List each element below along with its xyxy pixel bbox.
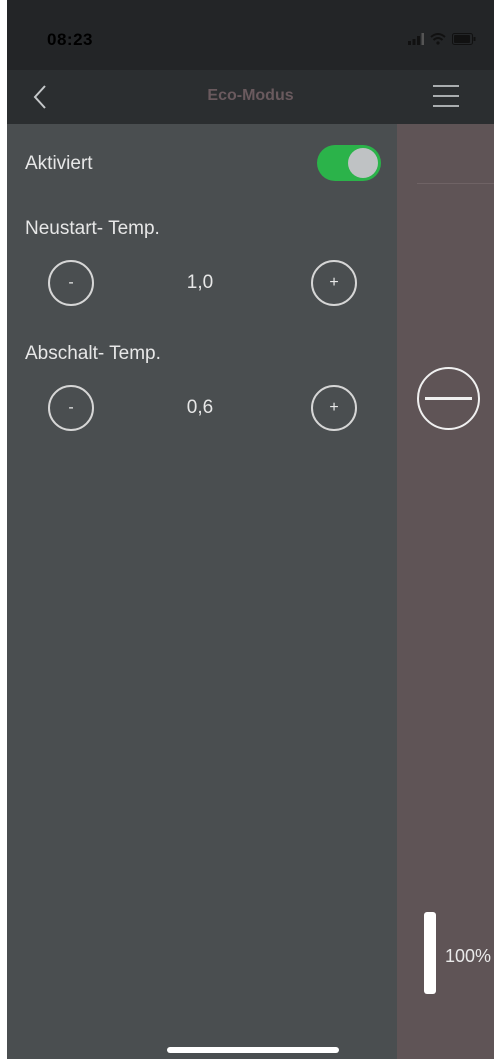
toggle-knob [348, 148, 378, 178]
shutoff-minus-button[interactable]: - [48, 385, 94, 431]
restart-minus-button[interactable]: - [48, 260, 94, 306]
side-divider [417, 183, 494, 184]
status-time: 08:23 [47, 30, 93, 49]
restart-temp-value: 1,0 [186, 272, 214, 293]
restart-temp-label: Neustart- Temp. [25, 218, 160, 239]
shutoff-temp-label: Abschalt- Temp. [25, 343, 161, 364]
side-pane [397, 124, 494, 1059]
app-screen: 08:23 Eco-Modus Aktiviert Neustart- Temp… [7, 0, 494, 1059]
level-percent: 100% [445, 946, 492, 966]
shutoff-temp-value: 0,6 [186, 397, 214, 418]
page-title: Eco-Modus [207, 87, 294, 104]
status-bar: 08:23 [7, 0, 494, 70]
menu-button[interactable] [433, 82, 459, 110]
home-indicator[interactable] [167, 1047, 339, 1053]
signal-icon [408, 33, 424, 45]
battery-icon [452, 33, 476, 45]
status-icons [408, 33, 476, 45]
restart-plus-button[interactable]: + [311, 260, 357, 306]
shutoff-plus-button[interactable]: + [311, 385, 357, 431]
minus-circle-icon[interactable] [417, 367, 480, 430]
nav-bar: Eco-Modus [7, 70, 494, 124]
activated-label: Aktiviert [25, 153, 93, 174]
activated-toggle[interactable] [317, 145, 381, 181]
level-bar [424, 912, 436, 994]
wifi-icon [430, 33, 446, 45]
